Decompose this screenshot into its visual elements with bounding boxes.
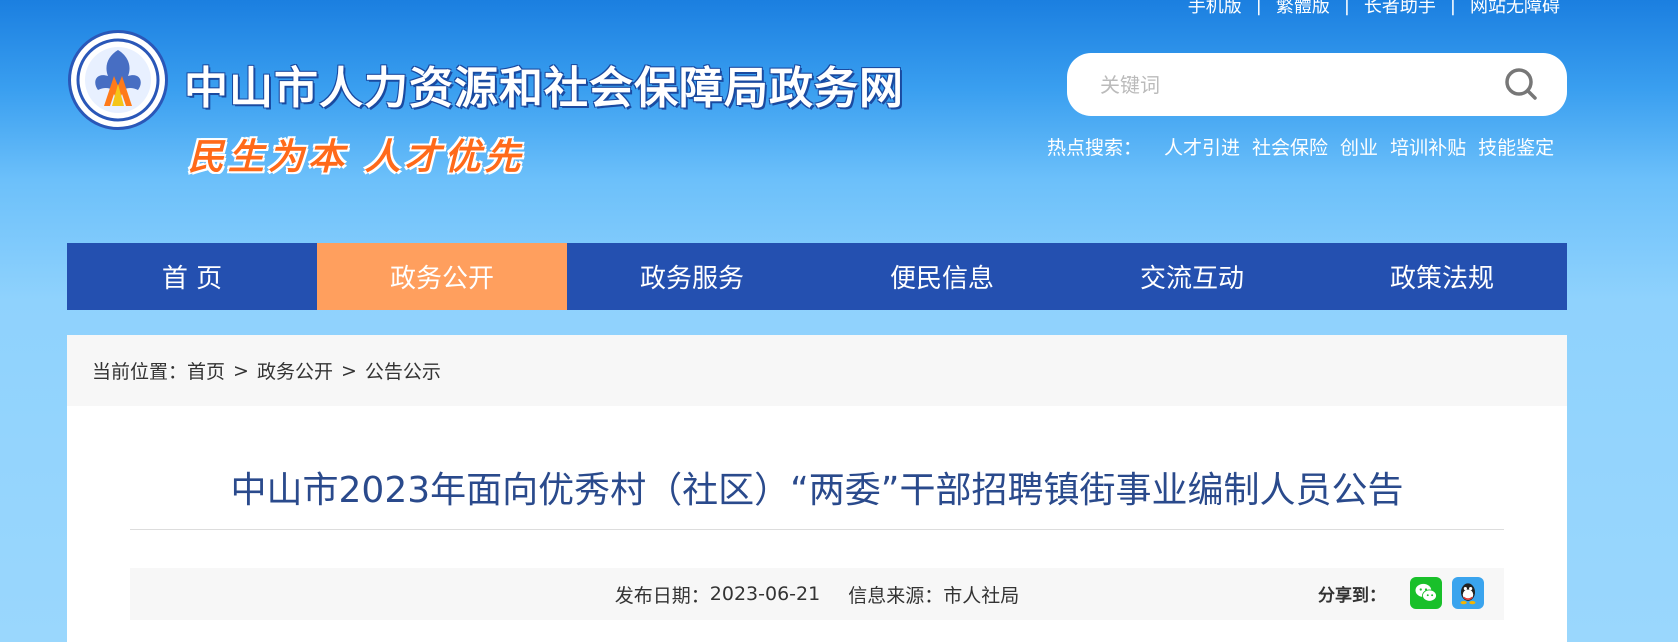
wechat-share-icon[interactable] — [1410, 577, 1442, 609]
breadcrumb-government-affairs[interactable]: 政务公开 — [257, 357, 333, 384]
publish-date-label: 发布日期： — [614, 584, 710, 607]
logo-emblem-icon — [76, 38, 160, 122]
nav-item-policies[interactable]: 政策法规 — [1317, 243, 1567, 310]
site-title: 中山市人力资源和社会保障局政务网 — [184, 63, 904, 114]
nav-item-home[interactable]: 首 页 — [67, 243, 317, 310]
hot-search: 热点搜索： 人才引进 社会保险 创业 培训补贴 技能鉴定 — [1047, 133, 1554, 160]
source-label: 信息来源： — [848, 584, 944, 607]
main-content: 当前位置： 首页 > 政务公开 > 公告公示 中山市2023年面向优秀村（社区）… — [67, 335, 1567, 642]
search-icon[interactable] — [1503, 66, 1539, 102]
site-slogan: 民生为本 人才优先 — [188, 136, 525, 178]
traditional-chinese-link[interactable]: 繁體版 — [1262, 0, 1344, 18]
breadcrumb-separator: > — [233, 359, 249, 382]
nav-item-public-info[interactable]: 便民信息 — [817, 243, 1067, 310]
elderly-assistant-link[interactable]: 长者助手 — [1350, 0, 1450, 18]
nav-item-interaction[interactable]: 交流互动 — [1067, 243, 1317, 310]
search-bar — [1067, 53, 1567, 116]
breadcrumb-home[interactable]: 首页 — [187, 357, 225, 384]
title-divider — [130, 529, 1504, 530]
hot-term-training-subsidy[interactable]: 培训补贴 — [1390, 133, 1466, 160]
accessibility-link[interactable]: 网站无障碍 — [1456, 0, 1574, 18]
share-bar: 分享到： — [1318, 577, 1484, 609]
source-value: 市人社局 — [943, 584, 1020, 607]
hot-term-skill-appraisal[interactable]: 技能鉴定 — [1478, 133, 1554, 160]
breadcrumb-separator: > — [340, 359, 357, 382]
site-logo[interactable] — [68, 30, 168, 130]
share-label: 分享到： — [1318, 585, 1386, 606]
main-nav: 首 页 政务公开 政务服务 便民信息 交流互动 政策法规 — [67, 243, 1567, 310]
search-input[interactable] — [1098, 71, 1482, 98]
hot-search-label: 热点搜索： — [1047, 137, 1143, 159]
hot-term-entrepreneurship[interactable]: 创业 — [1340, 133, 1378, 160]
mobile-version-link[interactable]: 手机版 — [1174, 0, 1256, 18]
breadcrumb-announcements[interactable]: 公告公示 — [365, 357, 441, 384]
top-links: 手机版 | 繁體版 | 长者助手 | 网站无障碍 — [1174, 0, 1574, 18]
hot-term-talent[interactable]: 人才引进 — [1164, 133, 1240, 160]
article-meta: 发布日期： 2023-06-21 信息来源： 市人社局 分享到： — [130, 568, 1504, 620]
nav-item-government-affairs-disclosure[interactable]: 政务公开 — [317, 243, 567, 310]
qq-share-icon[interactable] — [1452, 577, 1484, 609]
hot-term-social-insurance[interactable]: 社会保险 — [1252, 133, 1328, 160]
breadcrumb: 当前位置： 首页 > 政务公开 > 公告公示 — [67, 335, 1567, 406]
publish-date: 2023-06-21 — [709, 583, 821, 605]
breadcrumb-label: 当前位置： — [92, 361, 188, 383]
nav-item-government-services[interactable]: 政务服务 — [567, 243, 817, 310]
article-title: 中山市2023年面向优秀村（社区）“两委”干部招聘镇街事业编制人员公告 — [230, 470, 1404, 511]
